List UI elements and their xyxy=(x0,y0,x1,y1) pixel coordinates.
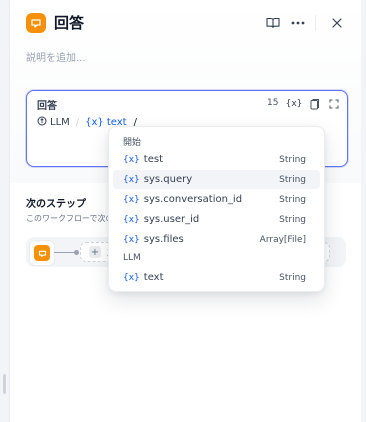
variable-type: String xyxy=(279,214,306,225)
variable-icon: {x} xyxy=(123,174,140,185)
chip-var-glyph: {x} xyxy=(85,116,104,128)
close-icon[interactable] xyxy=(328,14,346,32)
group-label-start: 開始 xyxy=(123,138,142,148)
llm-node-icon xyxy=(37,116,47,129)
variable-name: sys.files xyxy=(143,234,184,245)
variable-type: Array[File] xyxy=(259,234,306,245)
copy-icon[interactable] xyxy=(308,97,322,111)
chip-node-name: LLM xyxy=(50,116,70,128)
canvas-edge xyxy=(361,0,366,422)
insert-variable-icon[interactable]: {x} xyxy=(286,97,303,111)
variable-type: String xyxy=(279,154,306,165)
variable-name: sys.query xyxy=(143,174,193,185)
chip-separator: / xyxy=(75,116,80,128)
answer-node-icon xyxy=(26,13,46,33)
variable-icon: {x} xyxy=(123,272,140,283)
description-input[interactable]: 説明を追加... xyxy=(26,49,86,64)
variable-name: sys.conversation_id xyxy=(143,194,243,205)
variable-picker-dropdown: 開始 {x} test String {x} sys.query String … xyxy=(108,126,325,292)
variable-name: sys.user_id xyxy=(143,214,200,225)
variable-name: text xyxy=(143,272,164,283)
variable-icon: {x} xyxy=(123,194,140,205)
variable-option[interactable]: {x} sys.conversation_id String xyxy=(113,190,320,209)
editor-label: 回答 xyxy=(37,101,57,112)
variable-option[interactable]: {x} test String xyxy=(113,150,320,169)
expand-icon[interactable] xyxy=(327,97,341,111)
more-icon[interactable] xyxy=(289,14,307,32)
resize-handle[interactable] xyxy=(3,374,6,394)
current-node-badge xyxy=(29,240,55,266)
panel-title: 回答 xyxy=(54,14,85,32)
variable-option[interactable]: {x} sys.query String xyxy=(113,170,320,189)
variable-type: String xyxy=(279,194,306,205)
header-divider xyxy=(315,15,316,31)
variable-icon: {x} xyxy=(123,214,140,225)
variable-icon: {x} xyxy=(123,154,140,165)
variable-option[interactable]: {x} text String xyxy=(113,268,320,287)
variable-type: String xyxy=(279,272,306,283)
group-label-llm: LLM xyxy=(123,253,141,263)
variable-icon: {x} xyxy=(123,234,140,245)
plus-icon: + xyxy=(89,246,101,258)
connector-line xyxy=(54,252,76,253)
char-count: 15 xyxy=(267,98,279,108)
book-icon[interactable] xyxy=(264,14,282,32)
variable-option[interactable]: {x} sys.files Array[File] xyxy=(113,230,320,249)
connector-dot xyxy=(74,250,79,255)
next-step-title: 次のステップ xyxy=(26,199,86,210)
variable-option[interactable]: {x} sys.user_id String xyxy=(113,210,320,229)
variable-name: test xyxy=(143,154,163,165)
variable-type: String xyxy=(279,174,306,185)
answer-node-small-icon xyxy=(34,245,50,261)
